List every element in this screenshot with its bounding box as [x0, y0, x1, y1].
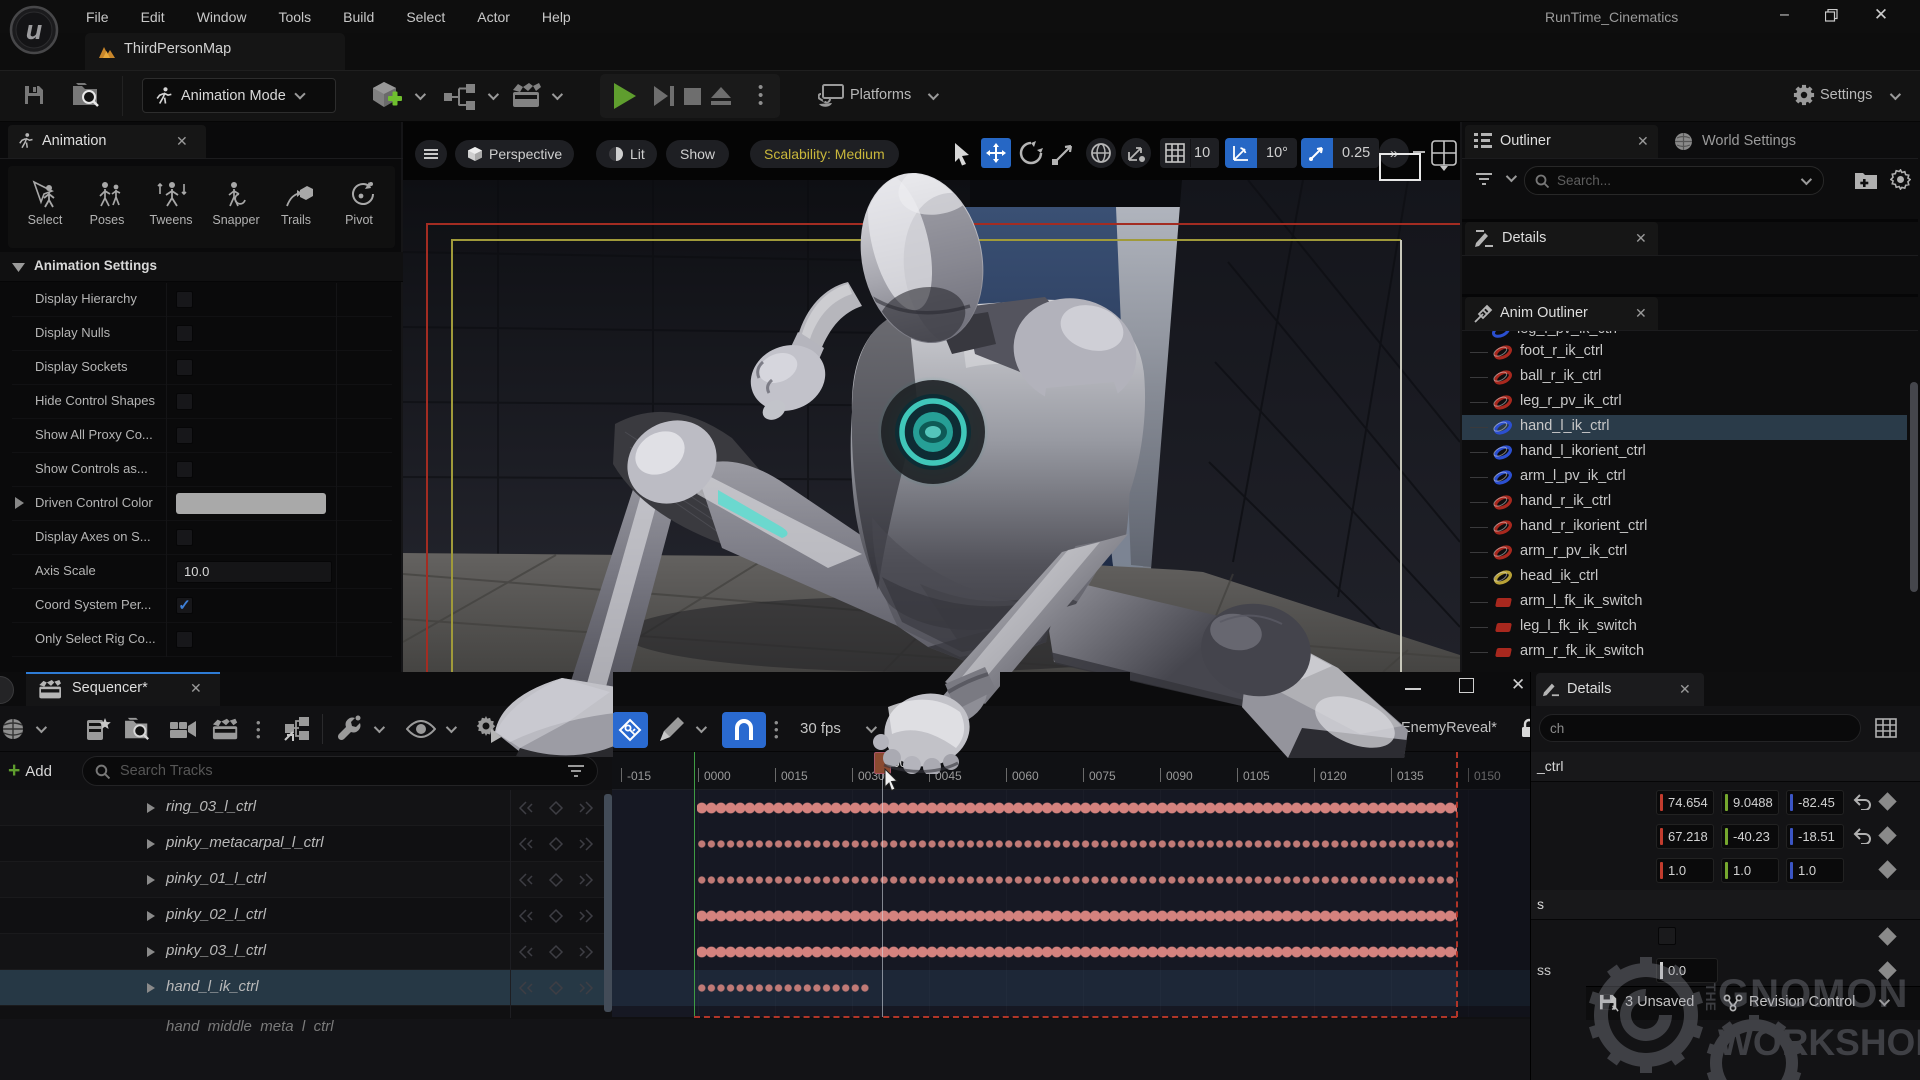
svg-text:u: u: [26, 15, 43, 45]
